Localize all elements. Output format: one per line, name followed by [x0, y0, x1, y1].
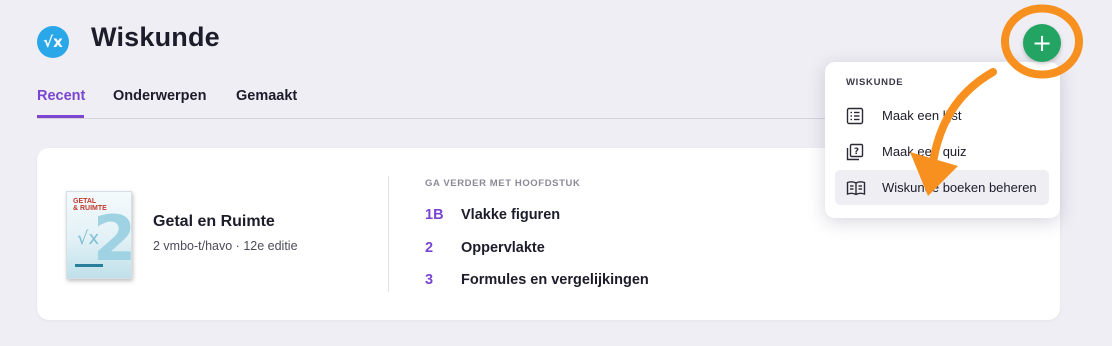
- menu-item-make-quiz[interactable]: ? Maak een quiz: [835, 134, 1049, 169]
- page-title: Wiskunde: [91, 22, 220, 52]
- chapter-number: 2: [425, 240, 434, 256]
- menu-item-make-list[interactable]: Maak een lijst: [835, 98, 1049, 133]
- tab-gemaakt[interactable]: Gemaakt: [236, 88, 297, 104]
- chapter-link[interactable]: 2 Oppervlakte: [425, 240, 545, 256]
- book-icon: [846, 179, 866, 197]
- quiz-icon: ?: [846, 143, 864, 161]
- chapter-link[interactable]: 3 Formules en vergelijkingen: [425, 272, 649, 288]
- chapter-number: 3: [425, 272, 434, 288]
- chapter-number: 1B: [425, 207, 444, 223]
- book-subtitle: 2 vmbo-t/havo · 12e editie: [153, 239, 298, 253]
- chapter-title: Vlakke figuren: [461, 207, 561, 223]
- subject-icon: √x: [37, 26, 69, 58]
- add-button[interactable]: +: [1023, 24, 1061, 62]
- cover-publisher-mark: [75, 264, 103, 267]
- active-tab-indicator: [37, 115, 84, 118]
- tab-recent[interactable]: Recent: [37, 88, 85, 104]
- chapter-title: Oppervlakte: [461, 240, 545, 256]
- menu-item-manage-books[interactable]: Wiskunde boeken beheren: [835, 170, 1049, 205]
- svg-text:?: ?: [854, 147, 859, 157]
- list-icon: [846, 107, 864, 125]
- menu-item-label: Wiskunde boeken beheren: [882, 180, 1037, 195]
- menu-item-label: Maak een lijst: [882, 108, 962, 123]
- menu-header: WISKUNDE: [846, 77, 904, 88]
- cover-number: 2: [93, 202, 132, 275]
- chapter-link[interactable]: 1B Vlakke figuren: [425, 207, 560, 223]
- book-cover[interactable]: GETAL & RUIMTE √x 2: [66, 191, 132, 279]
- card-divider: [388, 176, 389, 292]
- add-dropdown-menu: WISKUNDE Maak een lijst ? Maak een quiz: [825, 62, 1060, 218]
- continue-label: GA VERDER MET HOOFDSTUK: [425, 178, 581, 189]
- book-title[interactable]: Getal en Ruimte: [153, 213, 275, 231]
- chapter-title: Formules en vergelijkingen: [461, 272, 649, 288]
- tab-onderwerpen[interactable]: Onderwerpen: [113, 88, 206, 104]
- menu-item-label: Maak een quiz: [882, 144, 967, 159]
